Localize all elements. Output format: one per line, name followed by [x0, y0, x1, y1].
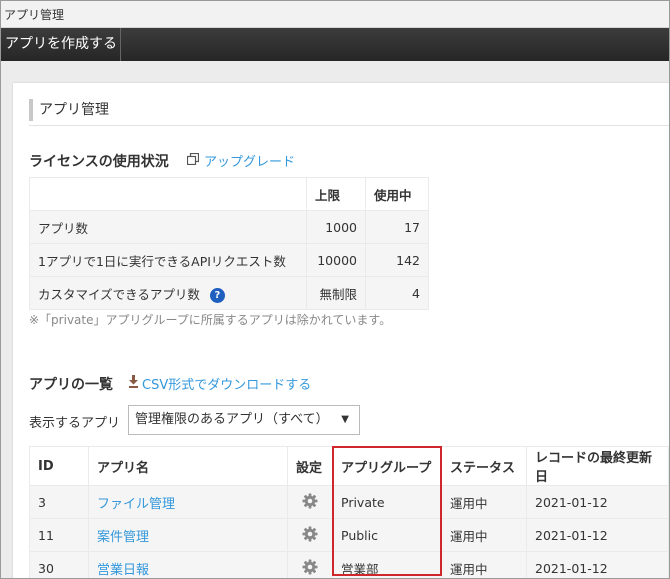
table-row: 11 案件管理 Public 運用中 2021-01-12	[29, 518, 669, 552]
license-table: 上限 使用中 アプリ数 1000 17 1アプリで1日に実行できるAPIリクエス…	[29, 177, 429, 310]
app-group: Public	[332, 518, 442, 552]
table-row: 1アプリで1日に実行できるAPIリクエスト数 10000 142	[29, 243, 429, 277]
license-used: 142	[365, 243, 429, 277]
divider	[29, 125, 669, 126]
column-header-updated[interactable]: レコードの最終更新日	[526, 446, 669, 486]
app-updated: 2021-01-12	[526, 551, 669, 578]
column-header-settings: 設定	[287, 446, 333, 486]
column-header-id[interactable]: ID	[29, 446, 89, 486]
toolbar: アプリを作成する	[1, 28, 669, 61]
main-panel: アプリ管理 ライセンスの使用状況 アップグレード 上限 使用中 アプリ数 100…	[13, 83, 669, 578]
license-label-cell: カスタマイズできるアプリ数?	[29, 276, 307, 310]
page-title: アプリ管理	[29, 99, 109, 121]
apps-heading: アプリの一覧	[29, 377, 113, 393]
app-status: 運用中	[441, 485, 527, 519]
license-heading: ライセンスの使用状況	[29, 154, 169, 170]
app-name-cell: 営業日報	[88, 551, 288, 578]
gear-icon[interactable]	[302, 559, 318, 578]
table-header-row: ID アプリ名 設定 アプリグループ ステータス レコードの最終更新日	[29, 446, 669, 486]
license-used: 17	[365, 210, 429, 244]
table-header: 上限	[306, 177, 366, 211]
download-icon	[129, 375, 138, 392]
license-label: 1アプリで1日に実行できるAPIリクエスト数	[29, 243, 307, 277]
license-limit: 1000	[306, 210, 366, 244]
settings-cell	[287, 551, 333, 578]
window-title: アプリ管理	[4, 8, 65, 22]
external-window-icon	[186, 152, 200, 169]
csv-download-link[interactable]: CSV形式でダウンロードする	[129, 374, 311, 393]
app-name-cell: 案件管理	[88, 518, 288, 552]
column-header-group[interactable]: アプリグループ	[332, 446, 442, 486]
app-updated: 2021-01-12	[526, 518, 669, 552]
apps-table: ID アプリ名 設定 アプリグループ ステータス レコードの最終更新日 3 ファ…	[29, 446, 669, 578]
dropdown-arrow-icon: ▼	[341, 414, 349, 425]
app-group: 営業部	[332, 551, 442, 578]
app-updated: 2021-01-12	[526, 485, 669, 519]
app-name-link[interactable]: ファイル管理	[97, 497, 175, 512]
table-header: 使用中	[365, 177, 429, 211]
table-row: 30 営業日報 営業部 運用中 2021-01-12	[29, 551, 669, 578]
filter-label: 表示するアプリ	[29, 416, 121, 431]
csv-download-label[interactable]: CSV形式でダウンロードする	[142, 374, 311, 393]
create-app-button[interactable]: アプリを作成する	[1, 28, 121, 61]
license-label: カスタマイズできるアプリ数	[38, 286, 200, 302]
license-limit: 無制限	[306, 276, 366, 310]
column-header-name[interactable]: アプリ名	[88, 446, 288, 486]
window-titlebar: アプリ管理	[1, 1, 669, 28]
column-header-status[interactable]: ステータス	[441, 446, 527, 486]
app-window: アプリ管理 アプリを作成する アプリ管理 ライセンスの使用状況 アップグレード …	[0, 0, 670, 579]
upgrade-link[interactable]: アップグレード	[186, 151, 295, 170]
app-status: 運用中	[441, 518, 527, 552]
gear-icon[interactable]	[302, 493, 318, 512]
app-name-link[interactable]: 営業日報	[97, 563, 149, 578]
app-group: Private	[332, 485, 442, 519]
table-row: アプリ数 1000 17	[29, 210, 429, 244]
license-limit: 10000	[306, 243, 366, 277]
app-status: 運用中	[441, 551, 527, 578]
app-filter-value: 管理権限のあるアプリ（すべて）	[135, 412, 329, 427]
table-row: カスタマイズできるアプリ数? 無制限 4	[29, 276, 429, 310]
license-used: 4	[365, 276, 429, 310]
table-header	[29, 177, 307, 211]
upgrade-link-label[interactable]: アップグレード	[204, 151, 295, 170]
license-note: ※「private」アプリグループに所属するアプリは除かれています。	[29, 313, 392, 327]
table-row: 3 ファイル管理 Private 運用中 2021-01-12	[29, 485, 669, 519]
table-header-row: 上限 使用中	[29, 177, 429, 211]
app-filter-select[interactable]: 管理権限のあるアプリ（すべて） ▼	[128, 405, 360, 435]
app-name-link[interactable]: 案件管理	[97, 530, 149, 545]
question-circle-icon[interactable]: ?	[209, 287, 225, 303]
app-name-cell: ファイル管理	[88, 485, 288, 519]
app-id: 3	[29, 485, 89, 519]
app-id: 30	[29, 551, 89, 578]
settings-cell	[287, 485, 333, 519]
license-label: アプリ数	[29, 210, 307, 244]
app-id: 11	[29, 518, 89, 552]
settings-cell	[287, 518, 333, 552]
gear-icon[interactable]	[302, 526, 318, 545]
